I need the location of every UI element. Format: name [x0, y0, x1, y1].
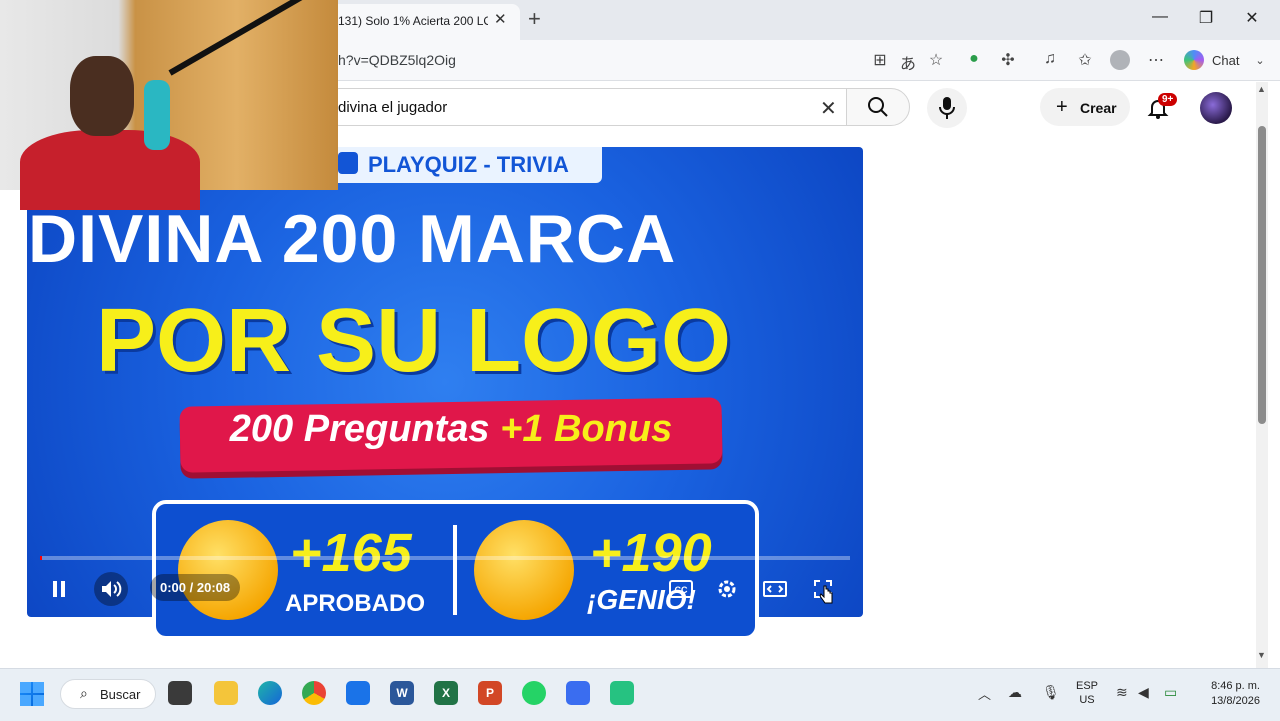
browser-profile-icon[interactable]: [1110, 50, 1130, 70]
play-logo-icon: [338, 152, 358, 174]
webcam-person-head: [70, 56, 134, 136]
language-code: ESP: [1075, 680, 1098, 692]
file-explorer-icon[interactable]: [214, 681, 238, 705]
smiling-face-icon: [178, 520, 278, 620]
banner-suffix: +1 Bonus: [500, 408, 673, 450]
headline-line-1: DIVINA 200 MARCA: [28, 201, 677, 277]
label-aprobado: APROBADO: [285, 590, 426, 617]
microsoft-store-icon[interactable]: [346, 681, 370, 705]
voice-search-button[interactable]: [927, 88, 967, 128]
favorite-star-icon[interactable]: ☆: [925, 50, 947, 70]
copilot-icon[interactable]: [1184, 50, 1204, 70]
theater-icon: [763, 581, 787, 597]
cc-icon: CC: [669, 580, 693, 598]
page-scrollbar-thumb[interactable]: [1258, 126, 1266, 424]
close-window-button[interactable]: ✕: [1237, 8, 1267, 28]
url-field[interactable]: h?v=QDBZ5lq2Oig: [338, 52, 456, 68]
extensions-puzzle-icon[interactable]: ✣: [997, 50, 1019, 70]
chat-label[interactable]: Chat: [1212, 53, 1239, 68]
video-progress-bar[interactable]: [40, 556, 850, 560]
pause-button[interactable]: [42, 574, 76, 604]
chevron-down-icon[interactable]: ⌄: [1249, 54, 1271, 67]
account-avatar[interactable]: [1200, 92, 1232, 124]
app-available-icon[interactable]: ⊞: [869, 50, 891, 70]
microphone-tray-icon[interactable]: 🎙: [1042, 684, 1060, 701]
recording-app-icon[interactable]: [610, 681, 634, 705]
more-menu-icon[interactable]: ⋯: [1145, 50, 1167, 70]
svg-text:CC: CC: [675, 585, 688, 595]
whatsapp-icon[interactable]: [522, 681, 546, 705]
tab-close-icon[interactable]: ✕: [494, 10, 507, 28]
language-indicator[interactable]: ESP US: [1074, 679, 1100, 707]
pause-icon: [53, 581, 65, 597]
star-eyes-face-icon: [474, 520, 574, 620]
wifi-icon[interactable]: ≋: [1116, 684, 1128, 701]
translate-icon[interactable]: あ: [897, 50, 919, 74]
microphone-icon: [939, 97, 955, 119]
taskbar-search-label: Buscar: [100, 687, 141, 702]
notification-count-badge: 9+: [1158, 93, 1178, 106]
webcam-microphone: [144, 80, 170, 150]
volume-button[interactable]: [94, 572, 128, 606]
score-divider: [453, 525, 457, 615]
minimize-button[interactable]: —: [1145, 8, 1175, 26]
speaker-icon[interactable]: ◀: [1138, 684, 1149, 701]
banner-prefix: 200 Preguntas: [229, 408, 490, 450]
volume-icon: [102, 581, 122, 597]
score-aprobado: +165: [290, 523, 412, 583]
subtitles-button[interactable]: CC: [664, 574, 698, 604]
scroll-down-arrow-icon[interactable]: ▼: [1257, 650, 1266, 660]
app-icon-blue[interactable]: [566, 681, 590, 705]
new-tab-button[interactable]: +: [528, 6, 541, 32]
brand-name: PLAYQUIZ - TRIVIA: [368, 152, 569, 177]
question-banner-text: 200 Preguntas +1 Bonus: [182, 408, 720, 451]
plus-icon: +: [1056, 96, 1068, 118]
headline-line-2: POR SU LOGO: [96, 291, 732, 391]
word-icon[interactable]: W: [390, 681, 414, 705]
start-button[interactable]: [20, 682, 44, 706]
mouse-cursor-icon: [818, 584, 836, 611]
gear-icon: [718, 580, 736, 598]
video-progress-fill: [40, 556, 42, 560]
chrome-icon[interactable]: [302, 681, 326, 705]
onedrive-cloud-icon[interactable]: ☁: [1008, 684, 1022, 701]
battery-icon[interactable]: ▭: [1164, 684, 1177, 701]
task-view-icon[interactable]: [168, 681, 192, 705]
favorites-icon[interactable]: ✩: [1074, 50, 1096, 70]
excel-icon[interactable]: X: [434, 681, 458, 705]
search-input-value: divina el jugador: [338, 99, 448, 116]
clock-time: 8:46 p. m.: [1211, 680, 1260, 692]
media-control-icon[interactable]: ♫: [1039, 50, 1061, 68]
tab-title: 131) Solo 1% Acierta 200 LOGOS: [338, 14, 488, 28]
time-readout: 0:00 / 20:08: [150, 574, 241, 601]
theater-mode-button[interactable]: [758, 574, 792, 604]
restore-button[interactable]: ❐: [1191, 8, 1221, 28]
clear-search-icon[interactable]: ✕: [820, 96, 837, 121]
search-icon: [868, 97, 888, 117]
settings-button[interactable]: [710, 574, 744, 604]
extension-badge-icon[interactable]: ●: [963, 50, 985, 68]
powerpoint-icon[interactable]: P: [478, 681, 502, 705]
create-label: Crear: [1080, 100, 1117, 116]
edge-browser-icon[interactable]: [258, 681, 282, 705]
search-button[interactable]: [846, 88, 910, 126]
taskbar-clock[interactable]: 8:46 p. m. 13/8/2026: [1196, 679, 1260, 709]
chevron-up-icon[interactable]: ︿: [978, 684, 991, 703]
clock-date: 13/8/2026: [1211, 695, 1260, 707]
webcam-person-body: [20, 130, 200, 210]
search-icon: ⌕: [80, 685, 88, 701]
scroll-up-arrow-icon[interactable]: ▲: [1257, 84, 1266, 94]
keyboard-layout: US: [1079, 694, 1095, 706]
